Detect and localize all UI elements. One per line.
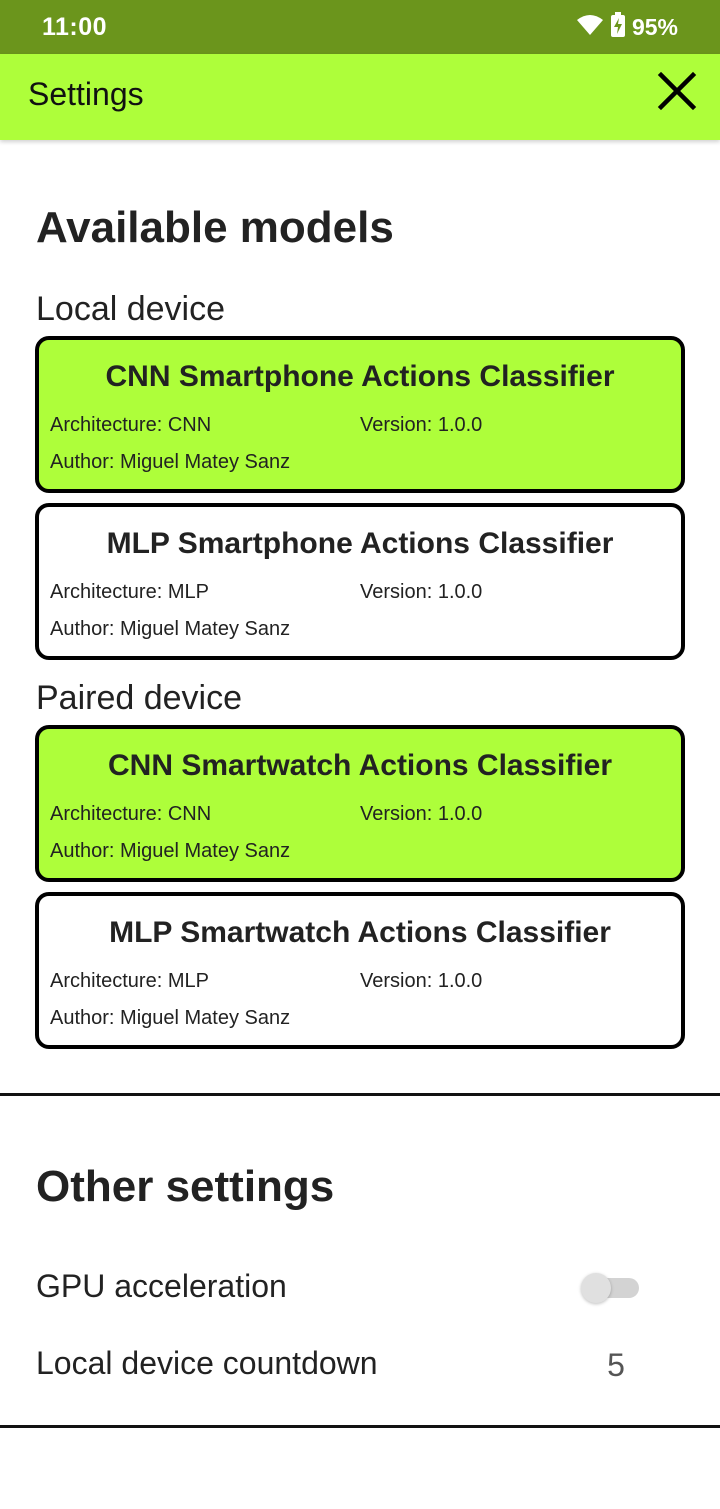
- status-bar: 11:00 95%: [0, 0, 720, 54]
- page-title: Settings: [28, 76, 144, 112]
- status-time: 11:00: [42, 13, 108, 41]
- model-card-mlp-smartphone[interactable]: MLP Smartphone Actions Classifier Archit…: [35, 503, 685, 660]
- close-button[interactable]: [656, 70, 698, 112]
- wifi-icon: [576, 13, 604, 42]
- model-author: Author: Miguel Matey Sanz: [50, 618, 291, 640]
- status-icons: 95%: [576, 11, 678, 43]
- model-card-cnn-smartwatch[interactable]: CNN Smartwatch Actions Classifier Archit…: [35, 725, 685, 882]
- gpu-acceleration-label: GPU acceleration: [36, 1268, 287, 1304]
- close-icon: [657, 71, 697, 111]
- model-name: CNN Smartwatch Actions Classifier: [107, 749, 613, 782]
- model-author: Author: Miguel Matey Sanz: [50, 1007, 291, 1029]
- other-settings-heading: Other settings: [36, 1162, 335, 1211]
- bottom-divider: [0, 1425, 720, 1428]
- countdown-value[interactable]: 5: [600, 1347, 632, 1384]
- battery-charging-icon: [610, 11, 626, 43]
- battery-percent: 95%: [631, 13, 678, 40]
- model-name: MLP Smartwatch Actions Classifier: [109, 916, 611, 949]
- model-author: Author: Miguel Matey Sanz: [50, 451, 291, 473]
- model-version: Version: 1.0.0: [360, 581, 483, 603]
- model-card-mlp-smartwatch[interactable]: MLP Smartwatch Actions Classifier Archit…: [35, 892, 685, 1049]
- model-version: Version: 1.0.0: [360, 970, 483, 992]
- app-bar: Settings: [0, 54, 720, 140]
- section-divider: [0, 1093, 720, 1096]
- toggle-thumb: [581, 1273, 611, 1303]
- local-device-countdown-label: Local device countdown: [36, 1345, 378, 1381]
- model-author: Author: Miguel Matey Sanz: [50, 840, 291, 862]
- model-name: CNN Smartphone Actions Classifier: [105, 360, 615, 393]
- model-architecture: Architecture: MLP: [50, 581, 209, 603]
- paired-device-label: Paired device: [36, 679, 243, 717]
- gpu-acceleration-toggle[interactable]: [581, 1271, 639, 1305]
- model-architecture: Architecture: CNN: [50, 803, 212, 825]
- model-architecture: Architecture: MLP: [50, 970, 209, 992]
- available-models-heading: Available models: [36, 203, 394, 252]
- model-name: MLP Smartphone Actions Classifier: [106, 527, 614, 560]
- model-architecture: Architecture: CNN: [50, 414, 212, 436]
- local-device-label: Local device: [36, 290, 226, 328]
- model-card-cnn-smartphone[interactable]: CNN Smartphone Actions Classifier Archit…: [35, 336, 685, 493]
- model-version: Version: 1.0.0: [360, 414, 483, 436]
- model-version: Version: 1.0.0: [360, 803, 483, 825]
